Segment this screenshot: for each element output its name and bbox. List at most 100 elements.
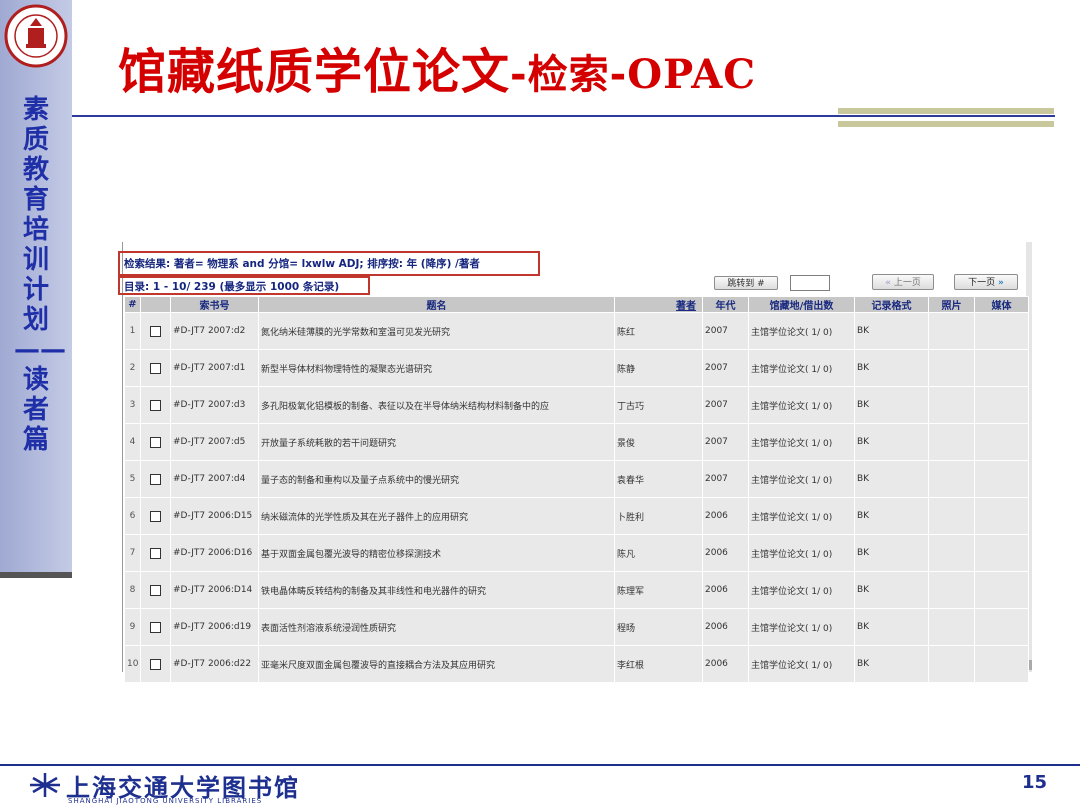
row-select-checkbox[interactable] — [150, 658, 161, 670]
row-holdings[interactable]: 主馆学位论文( 1/ 0) — [748, 349, 855, 387]
table-row[interactable]: 10 #D-JT7 2006:d22 亚毫米尺度双面金属包覆波导的直接耦合方法及其应… — [124, 645, 1029, 683]
col-header-format[interactable]: 记录格式 — [854, 296, 929, 313]
col-header-photo: 照片 — [928, 296, 975, 313]
row-year: 2006 — [702, 497, 749, 535]
row-holdings[interactable]: 主馆学位论文( 1/ 0) — [748, 608, 855, 646]
col-header-holdings[interactable]: 馆藏地/借出数 — [748, 296, 855, 313]
row-select-checkbox[interactable] — [150, 399, 161, 411]
row-title[interactable]: 表面活性剂溶液系统浸润性质研究 — [258, 608, 615, 646]
row-title[interactable]: 基于双面金属包覆光波导的精密位移探测技术 — [258, 534, 615, 572]
row-call-number: #D-JT7 2007:d1 — [170, 349, 259, 387]
jump-to-button[interactable]: 跳转到 # — [714, 276, 778, 290]
row-checkbox[interactable] — [140, 312, 171, 350]
row-format: BK — [854, 497, 929, 535]
row-year: 2007 — [702, 423, 749, 461]
row-number: 10 — [124, 645, 141, 683]
highlight-box-range — [118, 276, 370, 295]
row-title[interactable]: 新型半导体材料物理特性的凝聚态光谱研究 — [258, 349, 615, 387]
row-format: BK — [854, 386, 929, 424]
row-photo — [928, 386, 975, 424]
row-select-checkbox[interactable] — [150, 621, 161, 633]
row-title[interactable]: 纳米磁流体的光学性质及其在光子器件上的应用研究 — [258, 497, 615, 535]
row-select-checkbox[interactable] — [150, 547, 161, 559]
row-title[interactable]: 亚毫米尺度双面金属包覆波导的直接耦合方法及其应用研究 — [258, 645, 615, 683]
results-table-body: 1 #D-JT7 2007:d2 氮化纳米硅薄膜的光学常数和室温可见发光研究 陈红 20… — [124, 312, 1029, 683]
row-checkbox[interactable] — [140, 423, 171, 461]
row-year: 2006 — [702, 534, 749, 572]
row-call-number: #D-JT7 2006:d22 — [170, 645, 259, 683]
row-checkbox[interactable] — [140, 349, 171, 387]
next-page-label: 下一页 — [968, 278, 996, 288]
row-title[interactable]: 开放量子系统耗散的若干问题研究 — [258, 423, 615, 461]
row-checkbox[interactable] — [140, 497, 171, 535]
footer-rule — [0, 764, 1080, 766]
row-holdings[interactable]: 主馆学位论文( 1/ 0) — [748, 497, 855, 535]
row-year: 2007 — [702, 460, 749, 498]
row-checkbox[interactable] — [140, 608, 171, 646]
row-select-checkbox[interactable] — [150, 436, 161, 448]
row-select-checkbox[interactable] — [150, 584, 161, 596]
row-holdings[interactable]: 主馆学位论文( 1/ 0) — [748, 645, 855, 683]
col-header-author[interactable]: 著者 — [614, 296, 703, 313]
row-holdings[interactable]: 主馆学位论文( 1/ 0) — [748, 571, 855, 609]
col-header-media: 媒体 — [974, 296, 1029, 313]
row-author: 景俊 — [614, 423, 703, 461]
table-row[interactable]: 6 #D-JT7 2006:D15 纳米磁流体的光学性质及其在光子器件上的应用研究卜… — [124, 497, 1029, 535]
row-checkbox[interactable] — [140, 645, 171, 683]
col-header-year[interactable]: 年代 — [702, 296, 749, 313]
row-call-number: #D-JT7 2006:D14 — [170, 571, 259, 609]
row-checkbox[interactable] — [140, 386, 171, 424]
footer-library-name-en: SHANGHAI JIAOTONG UNIVERSITY LIBRARIES — [68, 797, 263, 805]
row-media — [974, 497, 1029, 535]
row-title[interactable]: 多孔阳极氧化铝模板的制备、表征以及在半导体纳米结构材料制备中的应 — [258, 386, 615, 424]
row-holdings[interactable]: 主馆学位论文( 1/ 0) — [748, 534, 855, 572]
table-row[interactable]: 8 #D-JT7 2006:D14 铁电晶体畴反转结构的制备及其非线性和电光器件的研… — [124, 571, 1029, 609]
row-select-checkbox[interactable] — [150, 510, 161, 522]
row-holdings[interactable]: 主馆学位论文( 1/ 0) — [748, 386, 855, 424]
row-author: 丁古巧 — [614, 386, 703, 424]
row-select-checkbox[interactable] — [150, 362, 161, 374]
col-header-title[interactable]: 题名 — [258, 296, 615, 313]
row-holdings[interactable]: 主馆学位论文( 1/ 0) — [748, 312, 855, 350]
row-title[interactable]: 铁电晶体畴反转结构的制备及其非线性和电光器件的研究 — [258, 571, 615, 609]
table-row[interactable]: 2 #D-JT7 2007:d1 新型半导体材料物理特性的凝聚态光谱研究 陈静 2007… — [124, 349, 1029, 387]
row-author: 陈理军 — [614, 571, 703, 609]
table-row[interactable]: 7 #D-JT7 2006:D16 基于双面金属包覆光波导的精密位移探测技术 陈凡 20… — [124, 534, 1029, 572]
row-number: 9 — [124, 608, 141, 646]
row-select-checkbox[interactable] — [150, 325, 161, 337]
row-checkbox[interactable] — [140, 460, 171, 498]
jump-to-input[interactable] — [790, 275, 830, 291]
row-checkbox[interactable] — [140, 534, 171, 572]
row-holdings[interactable]: 主馆学位论文( 1/ 0) — [748, 423, 855, 461]
row-number: 3 — [124, 386, 141, 424]
table-row[interactable]: 1 #D-JT7 2007:d2 氮化纳米硅薄膜的光学常数和室温可见发光研究 陈红 20… — [124, 312, 1029, 350]
row-title[interactable]: 量子态的制备和重构以及量子点系统中的慢光研究 — [258, 460, 615, 498]
row-call-number: #D-JT7 2007:d5 — [170, 423, 259, 461]
col-header-number: # — [124, 296, 141, 313]
row-year: 2006 — [702, 571, 749, 609]
table-row[interactable]: 4 #D-JT7 2007:d5 开放量子系统耗散的若干问题研究 景俊 2007 主馆学位… — [124, 423, 1029, 461]
row-call-number: #D-JT7 2006:d19 — [170, 608, 259, 646]
row-photo — [928, 423, 975, 461]
row-media — [974, 645, 1029, 683]
row-title[interactable]: 氮化纳米硅薄膜的光学常数和室温可见发光研究 — [258, 312, 615, 350]
row-number: 8 — [124, 571, 141, 609]
title-mid: 检索 — [527, 52, 610, 98]
title-separator-1: - — [510, 52, 528, 98]
table-row[interactable]: 3 #D-JT7 2007:d3 多孔阳极氧化铝模板的制备、表征以及在半导体纳米结构… — [124, 386, 1029, 424]
prev-page-button[interactable]: « 上一页 — [872, 274, 934, 290]
table-row[interactable]: 5 #D-JT7 2007:d4 量子态的制备和重构以及量子点系统中的慢光研究 袁春华… — [124, 460, 1029, 498]
table-row[interactable]: 9 #D-JT7 2006:d19 表面活性剂溶液系统浸润性质研究 程旸 2006 主馆学… — [124, 608, 1029, 646]
row-number: 6 — [124, 497, 141, 535]
highlight-box-query — [118, 251, 540, 276]
col-header-call-number[interactable]: 索书号 — [170, 296, 259, 313]
row-holdings[interactable]: 主馆学位论文( 1/ 0) — [748, 460, 855, 498]
slide-title: 馆藏纸质学位论文-检索-OPAC — [118, 32, 756, 102]
row-author: 袁春华 — [614, 460, 703, 498]
row-year: 2007 — [702, 349, 749, 387]
row-photo — [928, 497, 975, 535]
next-page-button[interactable]: 下一页 » — [954, 274, 1018, 290]
row-checkbox[interactable] — [140, 571, 171, 609]
row-author: 陈静 — [614, 349, 703, 387]
row-select-checkbox[interactable] — [150, 473, 161, 485]
